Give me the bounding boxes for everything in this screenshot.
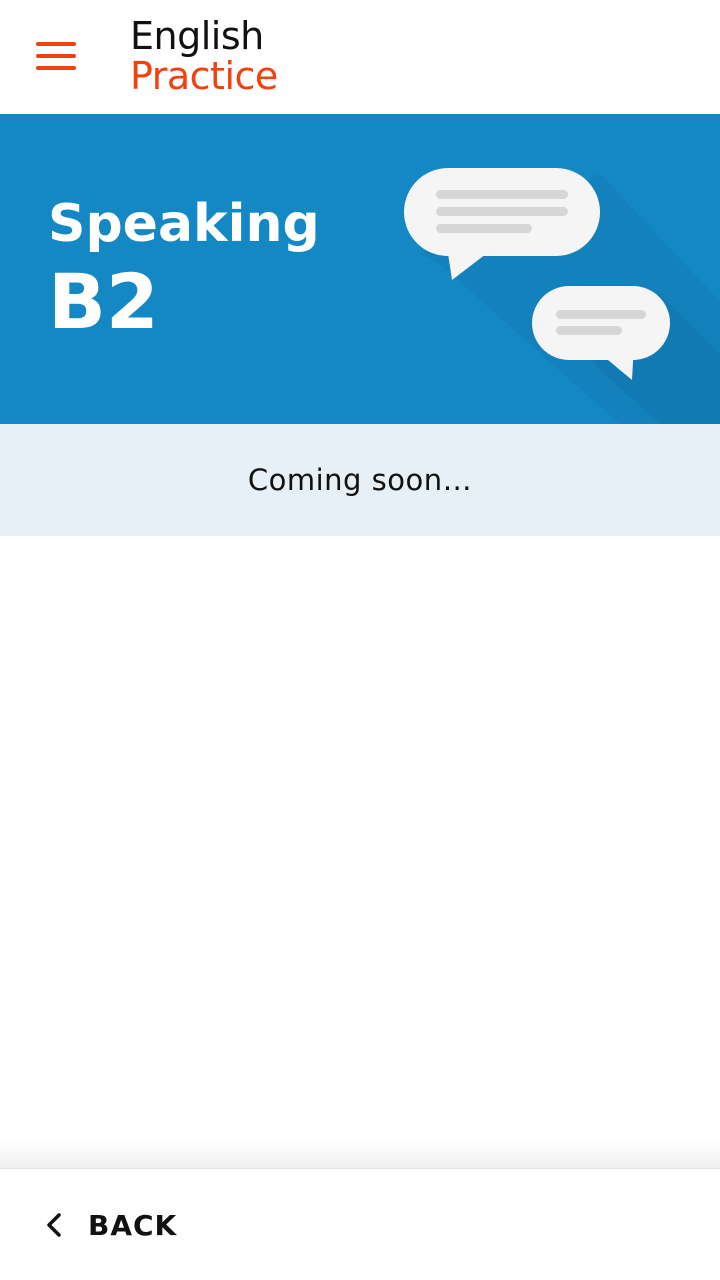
menu-bar-top bbox=[36, 42, 76, 46]
logo-line-practice: Practice bbox=[130, 54, 278, 98]
back-button[interactable]: BACK bbox=[40, 1197, 177, 1253]
app-header: English Practice bbox=[0, 0, 720, 114]
back-label: BACK bbox=[88, 1208, 178, 1242]
chevron-left-icon bbox=[47, 1213, 61, 1237]
hamburger-menu-icon[interactable] bbox=[36, 40, 76, 72]
menu-bar-middle bbox=[36, 54, 76, 58]
app-logo[interactable]: English Practice bbox=[130, 16, 278, 96]
banner-level: B2 bbox=[48, 257, 159, 346]
coming-soon-text: Coming soon… bbox=[247, 463, 473, 497]
section-banner: Speaking B2 bbox=[0, 114, 720, 424]
app-screen: English Practice Speaking B2 Coming soon… bbox=[0, 0, 720, 1280]
menu-bar-bottom bbox=[36, 66, 76, 70]
coming-soon-notice: Coming soon… bbox=[0, 424, 720, 536]
bottom-navigation-bar: BACK bbox=[0, 1168, 720, 1280]
logo-line-english: English bbox=[130, 14, 264, 58]
bottom-bar-shadow bbox=[0, 1140, 720, 1168]
banner-title: Speaking bbox=[48, 194, 320, 254]
